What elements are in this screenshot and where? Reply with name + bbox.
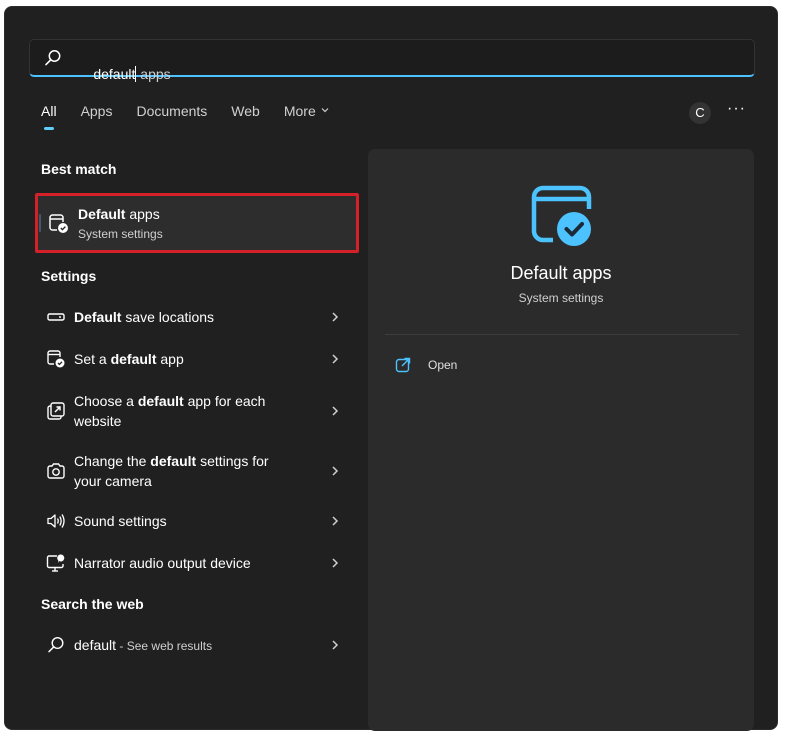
best-match-heading: Best match <box>41 161 117 177</box>
setting-item-default-save-locations[interactable]: Default save locations <box>41 305 351 329</box>
chevron-right-icon <box>332 640 339 650</box>
filter-tabs: All Apps Documents Web More <box>41 103 354 133</box>
narrator-icon <box>46 554 65 572</box>
setting-item-label: Default save locations <box>74 309 215 325</box>
tab-label: More <box>283 103 316 119</box>
speaker-icon <box>47 514 65 528</box>
best-match-title: Default apps <box>78 206 160 222</box>
chevron-right-icon <box>332 406 339 416</box>
chevron-right-icon <box>332 354 339 364</box>
best-match-subtitle: System settings <box>78 227 163 241</box>
tab-label: Documents <box>136 103 208 119</box>
start-search-window: default apps All Apps Documents Web More… <box>4 6 778 731</box>
setting-item-default-app-per-website[interactable]: Choose a default app for each website <box>41 389 351 433</box>
setting-item-label: Set a default app <box>74 351 184 367</box>
settings-heading: Settings <box>41 268 97 284</box>
setting-item-label: Narrator audio output device <box>74 555 251 571</box>
search-typed-text: default <box>93 66 136 82</box>
more-options-icon[interactable]: ··· <box>727 100 746 118</box>
search-icon <box>45 50 61 66</box>
best-match-result[interactable]: Default apps System settings <box>35 193 359 253</box>
chevron-down-icon <box>321 108 329 113</box>
storage-icon <box>47 313 65 321</box>
setting-item-sound-settings[interactable]: Sound settings <box>41 509 351 533</box>
open-external-icon <box>47 402 65 420</box>
web-search-label: default - See web results <box>74 637 213 653</box>
preview-panel: Default apps System settings Open <box>368 149 754 731</box>
camera-icon <box>47 463 65 479</box>
web-search-result[interactable]: default - See web results <box>41 633 351 657</box>
open-button-label: Open <box>428 358 458 372</box>
tab-apps[interactable]: Apps <box>81 103 113 133</box>
chevron-right-icon <box>332 466 339 476</box>
user-avatar[interactable]: C <box>689 102 711 124</box>
tab-label: Web <box>231 103 260 119</box>
preview-subtitle: System settings <box>518 291 604 305</box>
setting-item-label: Sound settings <box>74 513 167 529</box>
setting-item-label: Change the default settings for your cam… <box>74 453 269 489</box>
default-apps-icon <box>531 185 592 246</box>
setting-item-narrator-audio-output[interactable]: Narrator audio output device <box>41 551 351 575</box>
setting-item-label: Choose a default app for each website <box>74 393 266 429</box>
search-input[interactable]: default apps <box>70 50 171 98</box>
selection-indicator <box>39 214 41 232</box>
tab-all[interactable]: All <box>41 103 57 133</box>
preview-divider <box>385 334 739 335</box>
tab-more[interactable]: More <box>284 103 330 133</box>
preview-title: Default apps <box>510 263 612 283</box>
search-autocomplete-suggestion: apps <box>136 66 171 82</box>
chevron-right-icon <box>332 516 339 526</box>
chevron-right-icon <box>332 312 339 322</box>
default-apps-icon <box>47 350 65 368</box>
tab-label: All <box>41 103 57 119</box>
setting-item-set-default-app[interactable]: Set a default app <box>41 347 351 371</box>
tab-documents[interactable]: Documents <box>136 103 207 133</box>
search-web-heading: Search the web <box>41 596 144 612</box>
default-apps-icon <box>49 214 68 233</box>
search-box[interactable]: default apps <box>29 39 755 82</box>
open-external-icon <box>395 357 411 373</box>
setting-item-camera-default-settings[interactable]: Change the default settings for your cam… <box>41 449 351 493</box>
chevron-right-icon <box>332 558 339 568</box>
tab-label: Apps <box>80 103 113 119</box>
tab-web[interactable]: Web <box>231 103 260 133</box>
search-icon <box>48 636 64 653</box>
